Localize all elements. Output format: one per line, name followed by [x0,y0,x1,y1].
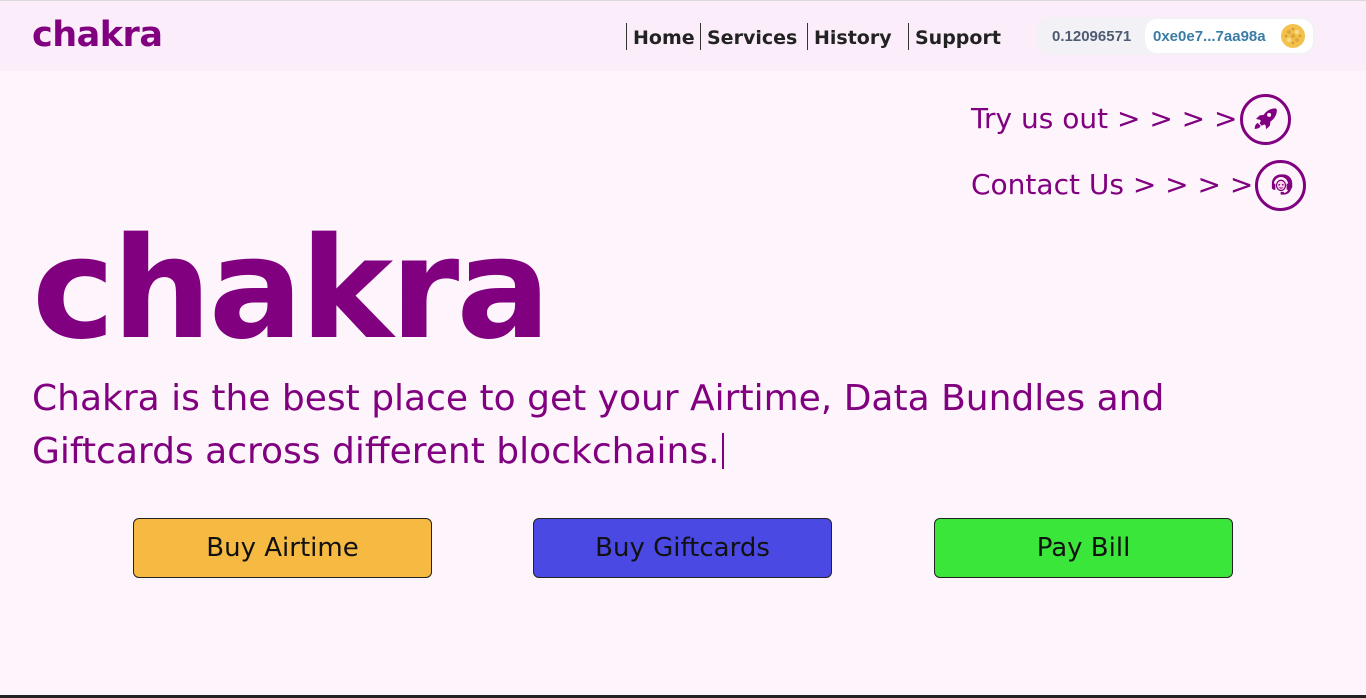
wallet-address: 0xe0e7...7aa98a [1153,27,1266,45]
hero-title: chakra [32,208,551,371]
nav-link-home[interactable]: Home [626,23,700,50]
rocket-icon[interactable] [1239,93,1291,145]
hero-description: Chakra is the best place to get your Air… [32,372,1332,478]
contact-us-link[interactable]: Contact Us > > > > [971,157,1307,213]
wallet-identicon-icon [1281,24,1305,48]
hero-description-text: Chakra is the best place to get your Air… [32,378,1165,472]
typing-cursor [721,433,724,469]
wallet-connect-widget[interactable]: 0.12096571 0xe0e7...7aa98a [1037,17,1315,55]
nav-link-services[interactable]: Services [700,23,807,50]
contact-us-label: Contact Us > > > > [971,168,1254,201]
rocket-icon-graphic [1254,108,1277,130]
try-us-out-link[interactable]: Try us out > > > > [971,91,1291,147]
try-us-out-label: Try us out > > > > [971,102,1238,135]
support-agent-icon-graphic [1271,174,1293,195]
nav-link-support[interactable]: Support [908,23,1009,50]
support-agent-icon[interactable] [1255,159,1307,211]
navbar: chakra Home Services History Support 0.1… [0,1,1366,71]
nav-links: Home Services History Support [626,23,1009,50]
wallet-balance: 0.12096571 [1052,27,1132,45]
pay-bill-button[interactable]: Pay Bill [934,518,1233,578]
brand-logo[interactable]: chakra [32,15,163,55]
nav-link-history[interactable]: History [807,23,908,50]
buy-airtime-button[interactable]: Buy Airtime [133,518,432,578]
buy-giftcards-button[interactable]: Buy Giftcards [533,518,832,578]
wallet-account-button[interactable]: 0xe0e7...7aa98a [1145,19,1313,53]
